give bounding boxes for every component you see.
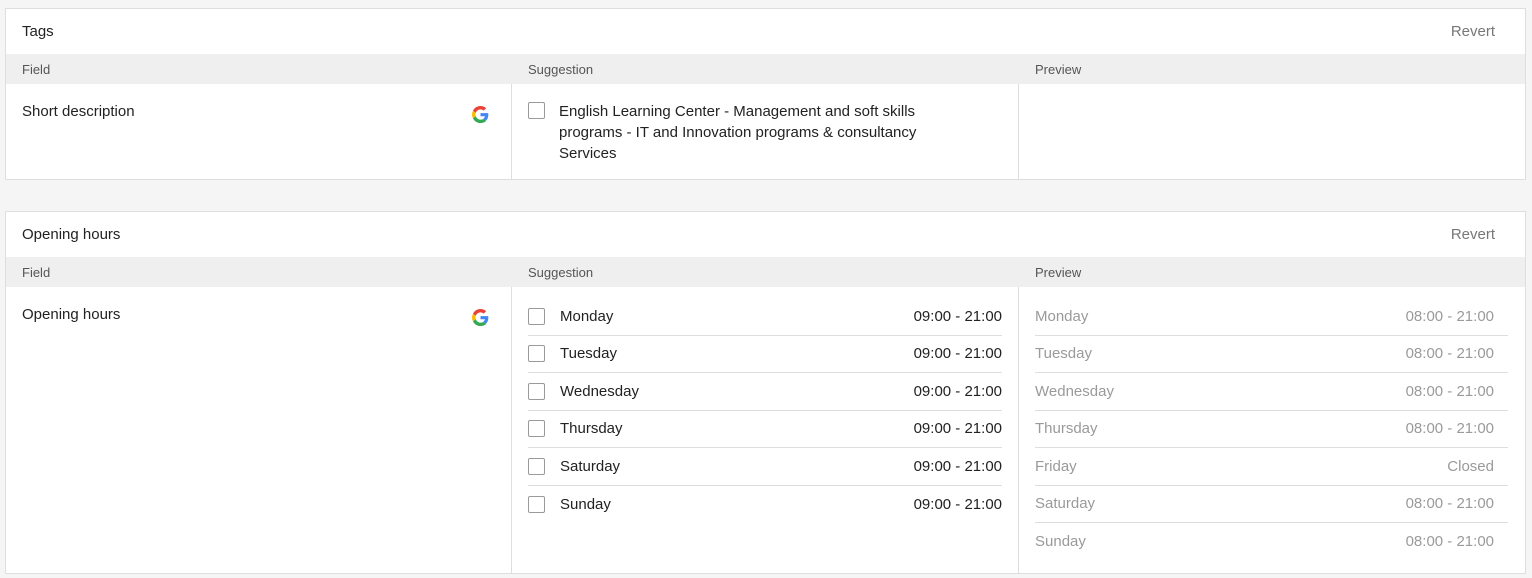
day-label: Friday [1035,457,1077,475]
list-item: Friday Closed [1035,448,1508,486]
revert-button[interactable]: Revert [1451,226,1495,243]
preview-hours-list: Monday 08:00 - 21:00 Tuesday 08:00 - 21:… [1035,298,1508,561]
field-label: Opening hours [22,306,121,323]
day-label: Saturday [560,457,621,475]
day-label: Thursday [560,420,623,438]
preview-cell: Monday 08:00 - 21:00 Tuesday 08:00 - 21:… [1019,287,1525,573]
field-label: Short description [22,103,135,120]
day-checkbox[interactable] [528,382,545,400]
card-header: Tags Revert [6,9,1525,54]
time-range: 09:00 - 21:00 [913,457,1002,475]
list-item: Tuesday 08:00 - 21:00 [1035,336,1508,373]
day-checkbox[interactable] [528,307,545,325]
day-label: Monday [1035,307,1089,325]
time-range: 09:00 - 21:00 [913,420,1002,438]
time-range: 09:00 - 21:00 [913,307,1002,325]
suggestion-cell: Monday 09:00 - 21:00 Tuesday 09:00 - 21:… [512,287,1019,573]
list-item: Saturday 08:00 - 21:00 [1035,486,1508,523]
column-header-preview: Preview [1035,61,1082,77]
google-icon [472,106,489,123]
list-item: Tuesday 09:00 - 21:00 [528,336,1002,373]
tags-card: Tags Revert Field Suggestion Preview Sho… [5,8,1526,180]
suggestion-hours-list: Monday 09:00 - 21:00 Tuesday 09:00 - 21:… [528,298,1002,523]
list-item: Sunday 08:00 - 21:00 [1035,523,1508,561]
time-range: Closed [1447,457,1494,475]
time-range: 08:00 - 21:00 [1405,345,1494,363]
day-label: Wednesday [560,382,639,400]
day-checkbox[interactable] [528,420,545,438]
day-checkbox[interactable] [528,345,545,363]
card-header: Opening hours Revert [6,212,1525,257]
suggestion-text: English Learning Center - Management and… [559,103,917,162]
suggestion-cell: English Learning Center - Management and… [512,84,1019,179]
list-item: Monday 08:00 - 21:00 [1035,298,1508,336]
day-label: Sunday [1035,533,1086,551]
day-checkbox[interactable] [528,495,545,513]
day-label: Monday [560,307,614,325]
day-checkbox[interactable] [528,457,545,475]
column-header-suggestion: Suggestion [528,264,594,280]
list-item: Thursday 08:00 - 21:00 [1035,411,1508,448]
suggestion-option: English Learning Center - Management and… [528,102,998,164]
day-label: Saturday [1035,495,1096,513]
table-row: Short description English Learning Cente… [6,84,1525,179]
list-item: Sunday 09:00 - 21:00 [528,486,1002,524]
list-item: Saturday 09:00 - 21:00 [528,448,1002,486]
time-range: 08:00 - 21:00 [1405,420,1494,438]
time-range: 08:00 - 21:00 [1405,495,1494,513]
preview-cell [1019,84,1525,179]
table-row: Opening hours Monday 09:00 - 21:00 Tuesd… [6,287,1525,573]
day-label: Tuesday [560,345,617,363]
google-icon [472,309,489,326]
list-item: Monday 09:00 - 21:00 [528,298,1002,336]
column-header-row: Field Suggestion Preview [6,257,1525,287]
time-range: 08:00 - 21:00 [1405,533,1494,551]
list-item: Wednesday 08:00 - 21:00 [1035,373,1508,411]
day-label: Sunday [560,495,611,513]
time-range: 09:00 - 21:00 [913,382,1002,400]
list-item: Thursday 09:00 - 21:00 [528,411,1002,448]
day-label: Thursday [1035,420,1098,438]
column-header-row: Field Suggestion Preview [6,54,1525,84]
column-header-field: Field [22,264,51,280]
column-header-suggestion: Suggestion [528,61,594,77]
time-range: 09:00 - 21:00 [913,495,1002,513]
time-range: 09:00 - 21:00 [913,345,1002,363]
opening-hours-card: Opening hours Revert Field Suggestion Pr… [5,211,1526,574]
field-cell: Opening hours [6,287,512,573]
time-range: 08:00 - 21:00 [1405,307,1494,325]
field-cell: Short description [6,84,512,179]
day-label: Wednesday [1035,382,1114,400]
card-title: Tags [22,23,54,40]
time-range: 08:00 - 21:00 [1405,382,1494,400]
list-item: Wednesday 09:00 - 21:00 [528,373,1002,411]
card-title: Opening hours [22,226,121,243]
suggestion-checkbox[interactable] [528,102,545,119]
column-header-preview: Preview [1035,264,1082,280]
revert-button[interactable]: Revert [1451,23,1495,40]
column-header-field: Field [22,61,51,77]
day-label: Tuesday [1035,345,1092,363]
